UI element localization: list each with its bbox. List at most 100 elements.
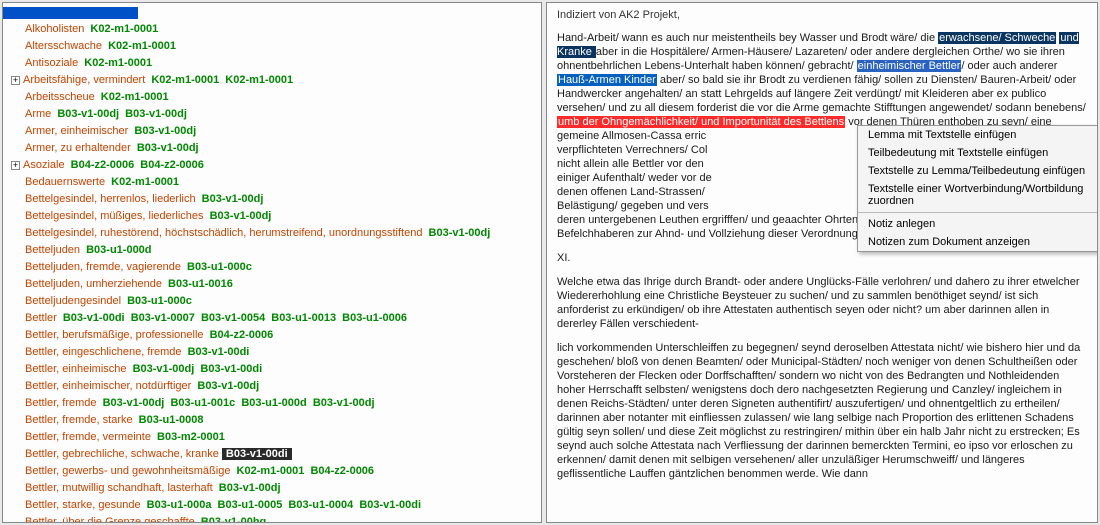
term-label: Bettler, gewerbs- und gewohnheitsmäßige — [25, 465, 230, 477]
code-ref[interactable]: B03-v1-00dj — [219, 482, 281, 494]
code-ref[interactable]: B03-v1-00dj — [134, 125, 196, 137]
term-label: Altersschwache — [25, 40, 102, 52]
code-ref[interactable]: B03-u1-0006 — [342, 312, 407, 324]
code-ref[interactable]: B03-u1-000c — [187, 261, 252, 273]
index-tree-panel[interactable]: Alkoholisten K02-m1-0001Altersschwache K… — [2, 2, 542, 523]
document-text[interactable]: Hand-Arbeit/ wann es auch nur meistenthe… — [557, 31, 1087, 481]
code-ref[interactable]: B03-v1-0007 — [131, 312, 195, 324]
code-ref[interactable]: K02-m1-0001 — [151, 74, 219, 86]
code-ref[interactable]: B03-v1-00dj — [133, 363, 195, 375]
tree-item[interactable]: Bettler, gebrechliche, schwache, kranke … — [7, 446, 541, 463]
context-menu-item[interactable]: Textstelle zu Lemma/Teilbedeutung einfüg… — [858, 162, 1098, 180]
code-ref[interactable]: B03-u1-0013 — [271, 312, 336, 324]
code-ref[interactable]: B03-v1-00di — [63, 312, 125, 324]
expand-icon[interactable]: + — [11, 161, 20, 170]
text-run: verpflichteten Verrechners/ Col — [557, 144, 707, 156]
code-ref[interactable]: B03-v1-00dj — [197, 380, 259, 392]
tree-item[interactable]: Bettelgesindel, müßiges, liederliches B0… — [7, 208, 541, 225]
paragraph: Welche etwa das Ihrige durch Brandt- ode… — [557, 275, 1087, 331]
code-ref[interactable]: B03-v1-00dj — [202, 193, 264, 205]
tree-item[interactable]: Bettler, fremde B03-v1-00dj B03-u1-001c … — [7, 395, 541, 412]
context-menu-item[interactable]: Textstelle einer Wortverbindung/Wortbild… — [858, 180, 1098, 210]
tree-item[interactable]: +Arbeitsfähige, vermindert K02-m1-0001 K… — [7, 72, 541, 89]
code-ref[interactable]: B03-u1-0005 — [218, 499, 283, 511]
tree-item[interactable]: Arbeitsscheue K02-m1-0001 — [7, 89, 541, 106]
tree-item[interactable]: Arme B03-v1-00dj B03-v1-00dj — [7, 106, 541, 123]
expand-icon[interactable]: + — [11, 76, 20, 85]
code-ref[interactable]: K02-m1-0001 — [84, 57, 152, 69]
code-ref[interactable]: B03-v1-00dj — [103, 397, 165, 409]
code-ref[interactable]: K02-m1-0001 — [101, 91, 169, 103]
code-ref[interactable]: K02-m1-0001 — [90, 23, 158, 35]
code-ref[interactable]: B03-v1-00dj — [210, 210, 272, 222]
highlight-red[interactable]: umb der Ohngemächlichkeit/ und Importuni… — [557, 116, 845, 128]
code-ref[interactable]: B03-v1-00hg — [201, 516, 266, 523]
index-info: Indiziert von AK2 Projekt, — [557, 9, 1087, 21]
code-ref[interactable]: B03-v1-00dj — [429, 227, 491, 239]
tree-item[interactable]: +Asoziale B04-z2-0006 B04-z2-0006 — [7, 157, 541, 174]
term-label: Bettler, fremde — [25, 397, 97, 409]
tree-item[interactable]: Betteljudengesindel B03-u1-000c — [7, 293, 541, 310]
code-ref[interactable]: B03-u1-001c — [170, 397, 235, 409]
term-label: Bettler, einheimischer, notdürftiger — [25, 380, 191, 392]
code-ref[interactable]: B03-v1-00dj — [137, 142, 199, 154]
context-menu-item[interactable]: Notizen zum Dokument anzeigen — [858, 233, 1098, 251]
code-ref[interactable]: B03-u1-000d — [86, 244, 151, 256]
document-panel[interactable]: Indiziert von AK2 Projekt, Hand-Arbeit/ … — [546, 2, 1098, 523]
code-ref[interactable]: B03-u1-0004 — [288, 499, 353, 511]
tree-item[interactable]: Bettler, eingeschlichene, fremde B03-v1-… — [7, 344, 541, 361]
code-ref[interactable]: K02-m1-0001 — [237, 465, 305, 477]
code-ref-selected[interactable]: B03-v1-00di — [222, 448, 292, 460]
code-ref[interactable]: K02-m1-0001 — [108, 40, 176, 52]
tree-item[interactable]: Bettelgesindel, herrenlos, liederlich B0… — [7, 191, 541, 208]
code-ref[interactable]: B03-u1-000a — [147, 499, 212, 511]
tree-item[interactable]: Antisoziale K02-m1-0001 — [7, 55, 541, 72]
tree-item[interactable]: Bettler, berufsmäßige, professionelle B0… — [7, 327, 541, 344]
tree-item[interactable]: Bettler, gewerbs- und gewohnheitsmäßige … — [7, 463, 541, 480]
code-ref[interactable]: B03-u1-000d — [241, 397, 306, 409]
tree-item[interactable]: Betteljuden, umherziehende B03-u1-0016 — [7, 276, 541, 293]
context-menu[interactable]: Lemma mit Textstelle einfügenTeilbedeutu… — [857, 125, 1098, 252]
term-label: Bettler, fremde, vermeinte — [25, 431, 151, 443]
tree-item[interactable]: Bettler, über die Grenze geschaffte B03-… — [7, 514, 541, 523]
code-ref[interactable]: B03-u1-0008 — [139, 414, 204, 426]
tree-item[interactable]: Betteljuden, fremde, vagierende B03-u1-0… — [7, 259, 541, 276]
term-label: Bedauernswerte — [25, 176, 105, 188]
highlight-blue[interactable]: einheimischer Bettler — [857, 60, 962, 72]
code-ref[interactable]: B03-m2-0001 — [157, 431, 225, 443]
context-menu-item[interactable]: Notiz anlegen — [858, 215, 1098, 233]
tree-item[interactable]: Bedauernswerte K02-m1-0001 — [7, 174, 541, 191]
tree-item[interactable]: Bettler, einheimischer, notdürftiger B03… — [7, 378, 541, 395]
context-menu-item[interactable]: Lemma mit Textstelle einfügen — [858, 126, 1098, 144]
tree-item[interactable]: Betteljuden B03-u1-000d — [7, 242, 541, 259]
code-ref[interactable]: B03-v1-0054 — [201, 312, 265, 324]
code-ref[interactable]: B04-z2-0006 — [71, 159, 135, 171]
tree-item[interactable]: Bettler, starke, gesunde B03-u1-000a B03… — [7, 497, 541, 514]
tree-item[interactable]: Alkoholisten K02-m1-0001 — [7, 21, 541, 38]
tree-item[interactable]: Bettler, mutwillig schandhaft, lasterhaf… — [7, 480, 541, 497]
code-ref[interactable]: K02-m1-0001 — [111, 176, 179, 188]
tree-item[interactable]: Bettler, fremde, starke B03-u1-0008 — [7, 412, 541, 429]
code-ref[interactable]: B03-v1-00di — [200, 363, 262, 375]
tree-item[interactable]: Armer, zu erhaltender B03-v1-00dj — [7, 140, 541, 157]
context-menu-item[interactable]: Teilbedeutung mit Textstelle einfügen — [858, 144, 1098, 162]
code-ref[interactable]: B03-v1-00dj — [125, 108, 187, 120]
highlight-darkblue[interactable]: erwachsene/ Schweche — [938, 32, 1056, 44]
tree-item[interactable]: Altersschwache K02-m1-0001 — [7, 38, 541, 55]
highlight-blue[interactable]: Hauß-Armen Kinder — [557, 74, 657, 86]
code-ref[interactable]: B03-v1-00di — [359, 499, 421, 511]
code-ref[interactable]: B03-v1-00dj — [313, 397, 375, 409]
code-ref[interactable]: B03-u1-000c — [127, 295, 192, 307]
code-ref[interactable]: B04-z2-0006 — [210, 329, 274, 341]
code-ref[interactable]: K02-m1-0001 — [225, 74, 293, 86]
code-ref[interactable]: B03-v1-00di — [188, 346, 250, 358]
tree-item[interactable]: Bettler, einheimische B03-v1-00dj B03-v1… — [7, 361, 541, 378]
tree-item[interactable]: Bettler, fremde, vermeinte B03-m2-0001 — [7, 429, 541, 446]
tree-item[interactable]: Bettelgesindel, ruhestörend, höchstschäd… — [7, 225, 541, 242]
code-ref[interactable]: B03-v1-00dj — [57, 108, 119, 120]
code-ref[interactable]: B03-u1-0016 — [168, 278, 233, 290]
code-ref[interactable]: B04-z2-0006 — [310, 465, 374, 477]
tree-item[interactable]: Bettler B03-v1-00di B03-v1-0007 B03-v1-0… — [7, 310, 541, 327]
tree-item[interactable]: Armer, einheimischer B03-v1-00dj — [7, 123, 541, 140]
code-ref[interactable]: B04-z2-0006 — [140, 159, 204, 171]
